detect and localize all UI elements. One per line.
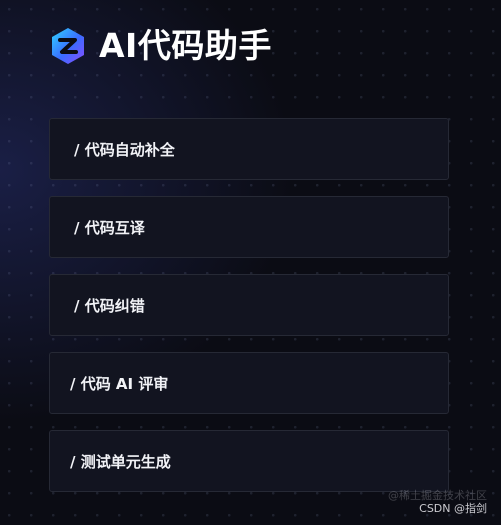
- app-header: AI代码助手: [49, 26, 272, 66]
- watermark-faint-text: @稀土掘金技术社区: [388, 489, 487, 502]
- feature-menu: / 代码自动补全 / 代码互译 / 代码纠错 / 代码 AI 评审 / 测试单元…: [49, 118, 449, 508]
- page-title: AI代码助手: [99, 26, 272, 65]
- menu-item-code-ai-review[interactable]: / 代码 AI 评审: [49, 352, 449, 414]
- menu-item-code-autocomplete[interactable]: / 代码自动补全: [49, 118, 449, 180]
- menu-item-label: / 代码互译: [74, 218, 145, 237]
- menu-item-label: / 测试单元生成: [70, 452, 171, 471]
- watermark-text: CSDN @指剑: [419, 502, 487, 515]
- watermark: @稀土掘金技术社区 CSDN @指剑: [388, 489, 487, 515]
- menu-item-label: / 代码自动补全: [74, 140, 175, 159]
- menu-item-unit-test-generation[interactable]: / 测试单元生成: [49, 430, 449, 492]
- menu-item-label: / 代码纠错: [74, 296, 145, 315]
- menu-item-code-translation[interactable]: / 代码互译: [49, 196, 449, 258]
- ai-code-assistant-logo-icon: [52, 28, 84, 64]
- menu-item-label: / 代码 AI 评审: [70, 374, 169, 393]
- menu-item-code-correction[interactable]: / 代码纠错: [49, 274, 449, 336]
